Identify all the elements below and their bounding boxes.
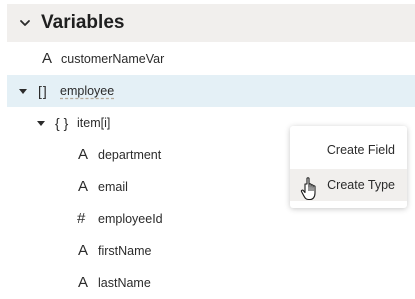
tree-item-customer-name-var[interactable]: A customerNameVar — [0, 43, 415, 75]
variables-panel: Variables A customerNameVar [] employee … — [0, 0, 415, 299]
tree-item-label: customerNameVar — [61, 52, 165, 66]
chevron-down-icon[interactable] — [19, 17, 31, 29]
hand-cursor-icon — [300, 177, 316, 201]
string-type-icon: A — [78, 178, 89, 195]
object-type-icon: { } — [55, 115, 69, 131]
tree-item-first-name[interactable]: A firstName — [0, 235, 415, 267]
tree-item-label: employee — [60, 84, 115, 98]
string-type-icon: A — [78, 146, 89, 163]
string-type-icon: A — [42, 50, 53, 67]
tree-item-label: firstName — [98, 244, 152, 258]
tree-item-label: email — [98, 180, 128, 194]
tree-item-label: lastName — [98, 276, 151, 290]
tree-item-last-name[interactable]: A lastName — [0, 267, 415, 299]
string-type-icon: A — [78, 274, 89, 291]
caret-down-icon[interactable] — [18, 86, 28, 96]
number-type-icon: # — [77, 210, 86, 227]
array-type-icon: [] — [38, 83, 48, 99]
menu-item-label: Create Type — [327, 178, 395, 192]
caret-down-icon[interactable] — [36, 118, 46, 128]
tree-item-label: item[i] — [77, 116, 111, 130]
panel-title: Variables — [41, 12, 125, 33]
variables-header[interactable]: Variables — [7, 4, 415, 42]
tree-item-employee[interactable]: [] employee — [7, 75, 415, 107]
menu-item-create-field[interactable]: Create Field — [290, 134, 407, 166]
tree-item-label: employeeId — [98, 212, 163, 226]
tree-item-label: department — [98, 148, 162, 162]
string-type-icon: A — [78, 242, 89, 259]
menu-item-label: Create Field — [326, 143, 395, 157]
